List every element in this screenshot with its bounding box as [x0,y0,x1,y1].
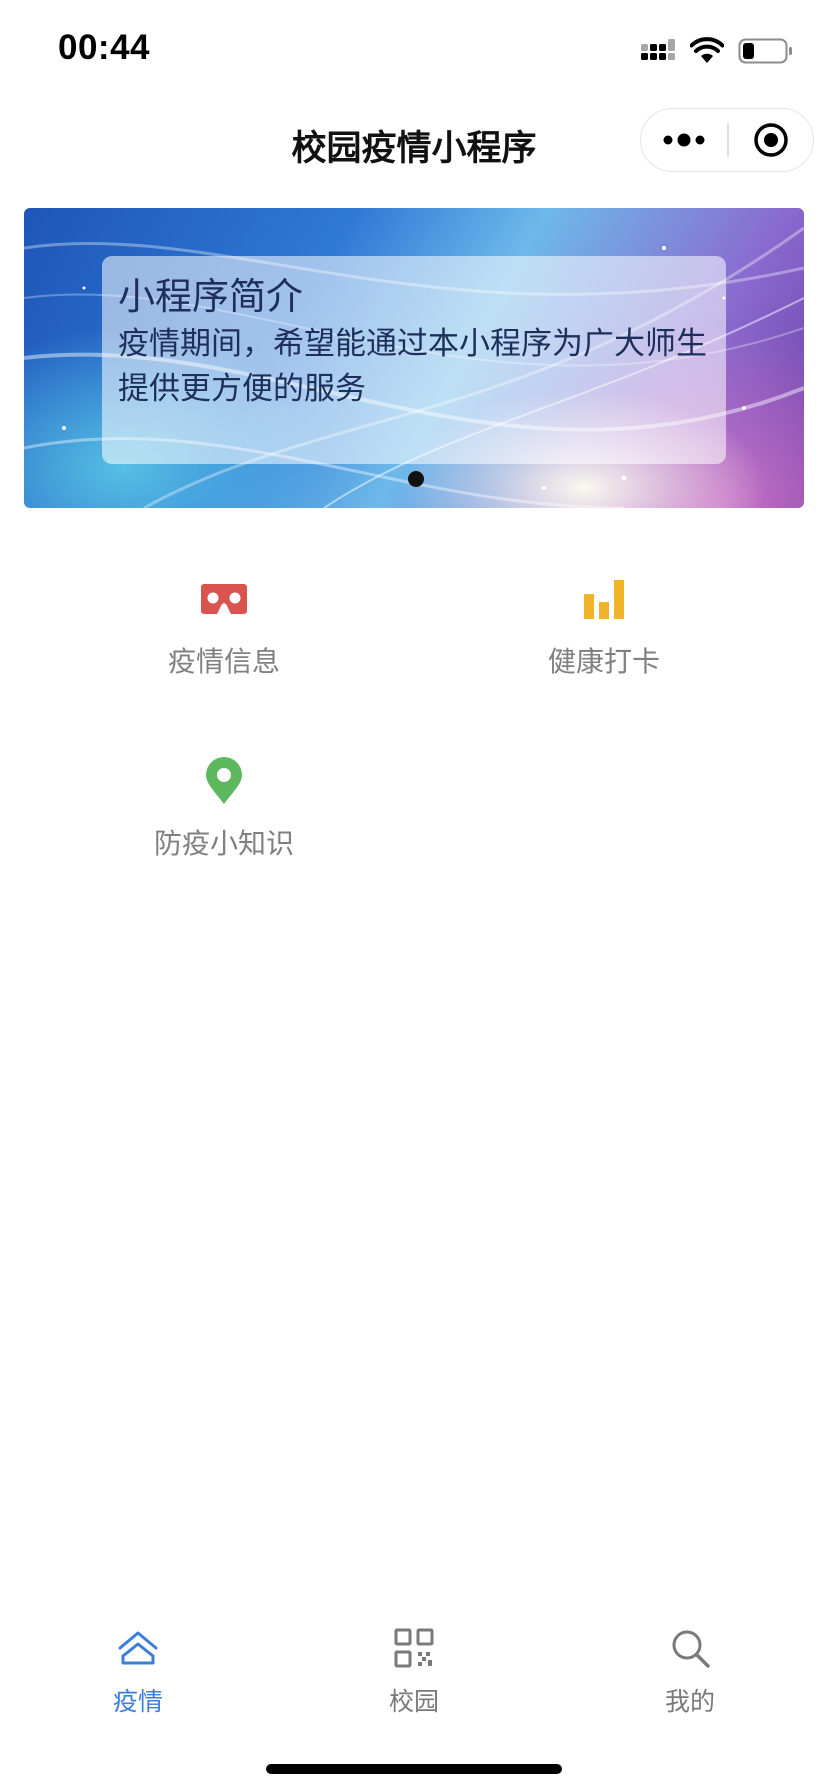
banner-card: 小程序简介 疫情期间，希望能通过本小程序为广大师生提供更方便的服务 [102,256,726,464]
more-icon [663,133,705,147]
status-bar: 00:44 [0,0,828,100]
menu-item-health-checkin[interactable]: 健康打卡 [494,574,714,714]
menu-label: 疫情信息 [167,645,280,678]
bar-chart-icon [579,574,629,624]
tab-label: 我的 [664,1687,715,1716]
menu-label: 防疫小知识 [153,827,294,860]
close-button[interactable] [729,109,813,171]
home-icon [118,1631,158,1665]
app-screen: 00:44 校园疫情小程序 小程序简介 疫情期间，希望能通过本小程序为广大师生提… [0,0,828,1792]
menu-label: 健康打卡 [547,645,660,678]
signal-icon [641,39,675,60]
menu-item-prevention-tips[interactable]: 防疫小知识 [114,756,334,896]
banner-title: 小程序简介 [118,275,303,318]
status-icons [640,34,794,68]
home-indicator[interactable] [266,1764,562,1774]
tab-campus[interactable]: 校园 [344,1612,484,1722]
tab-label: 疫情 [112,1687,163,1716]
menu-item-epidemic-info[interactable]: 疫情信息 [114,574,334,714]
swiper-indicator-dot[interactable] [408,471,424,487]
mini-program-capsule [640,108,814,172]
tab-mine[interactable]: 我的 [620,1612,760,1722]
more-button[interactable] [641,109,727,171]
wifi-icon [690,37,724,63]
tab-epidemic[interactable]: 疫情 [68,1612,208,1722]
tab-label: 校园 [388,1687,439,1716]
close-circle-icon [754,123,788,157]
tab-bar: 疫情 校园 我的 [0,1612,828,1732]
battery-icon [738,38,792,64]
status-time: 00:44 [58,28,151,67]
banner-swiper[interactable]: 小程序简介 疫情期间，希望能通过本小程序为广大师生提供更方便的服务 [24,208,804,508]
qrcode-icon [394,1628,434,1668]
vr-glasses-icon [199,574,249,624]
banner-text: 疫情期间，希望能通过本小程序为广大师生提供更方便的服务 [118,326,707,407]
search-icon [672,1630,710,1668]
location-pin-icon [199,756,249,806]
navigation-bar: 校园疫情小程序 [0,100,828,188]
